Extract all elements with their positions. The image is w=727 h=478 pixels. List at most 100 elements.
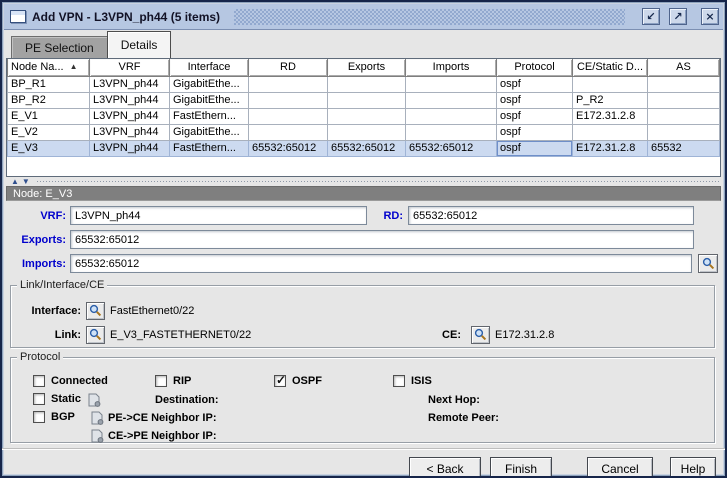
maximize-button[interactable]: ↗ [669, 8, 687, 25]
document-action-icon [88, 393, 100, 407]
table-cell[interactable]: 65532:65012 [405, 139, 497, 157]
table-cell[interactable] [248, 75, 328, 93]
table-cell-focused[interactable]: ospf [496, 139, 573, 157]
table-cell[interactable]: ospf [496, 107, 573, 125]
rd-input[interactable] [408, 206, 694, 225]
table-cell[interactable]: E172.31.2.8 [572, 107, 648, 125]
table-cell[interactable]: E_V2 [7, 123, 90, 141]
table-cell[interactable] [405, 107, 497, 125]
split-divider[interactable]: ▲ ▼ [6, 177, 721, 186]
column-header-ce-static[interactable]: CE/Static D... [572, 59, 648, 77]
tab-details[interactable]: Details [106, 31, 172, 58]
table-cell[interactable] [248, 91, 328, 109]
imports-search-button[interactable] [698, 254, 718, 273]
table-cell[interactable]: FastEthern... [169, 107, 249, 125]
table-cell[interactable]: ospf [496, 75, 573, 93]
table-cell[interactable] [327, 91, 406, 109]
document-action-icon [91, 429, 103, 443]
table-cell[interactable] [327, 75, 406, 93]
checkbox-icon[interactable] [155, 375, 167, 387]
splitter-collapse-down-icon[interactable]: ▼ [22, 177, 30, 186]
imports-input[interactable] [70, 254, 692, 273]
table-cell[interactable]: 65532 [647, 139, 720, 157]
connected-checkbox[interactable]: Connected [33, 375, 108, 387]
table-cell[interactable]: FastEthern... [169, 139, 249, 157]
checkbox-icon[interactable] [274, 373, 286, 387]
table-cell[interactable]: ospf [496, 123, 573, 141]
close-button[interactable]: × [701, 8, 719, 25]
node-detail-header: Node: E_V3 [6, 186, 721, 201]
table-cell[interactable] [647, 75, 720, 93]
table-cell[interactable]: L3VPN_ph44 [89, 75, 170, 93]
column-header-rd[interactable]: RD [248, 59, 328, 77]
tab-pe-selection[interactable]: PE Selection [11, 36, 108, 58]
table-cell[interactable] [248, 107, 328, 125]
column-header-node-name[interactable]: Node Na... ▲ [7, 59, 90, 77]
table-cell[interactable]: L3VPN_ph44 [89, 91, 170, 109]
table-cell[interactable]: L3VPN_ph44 [89, 107, 170, 125]
table-cell[interactable]: E_V3 [7, 139, 90, 157]
checkbox-icon[interactable] [33, 375, 45, 387]
table-cell[interactable] [647, 107, 720, 125]
static-checkbox[interactable]: Static [33, 393, 81, 405]
protocol-row-2: Static Destination: Next Hop: [11, 392, 714, 410]
cancel-button[interactable]: Cancel [587, 457, 653, 476]
back-button[interactable]: < Back [409, 457, 481, 476]
table-cell[interactable] [405, 91, 497, 109]
table-cell[interactable] [572, 75, 648, 93]
link-search-button[interactable] [86, 325, 105, 344]
title-bar[interactable]: Add VPN - L3VPN_ph44 (5 items) ↙ ↗ × [4, 4, 723, 30]
table-cell[interactable]: 65532:65012 [248, 139, 328, 157]
protocol-row-1: Connected RIP OSPF ISIS [11, 373, 714, 392]
minimize-button[interactable]: ↙ [642, 8, 660, 25]
table-cell[interactable]: E_V1 [7, 107, 90, 125]
splitter-collapse-up-icon[interactable]: ▲ [11, 177, 19, 186]
column-header-interface[interactable]: Interface [169, 59, 249, 77]
rip-checkbox[interactable]: RIP [155, 375, 191, 387]
table-cell[interactable]: P_R2 [572, 91, 648, 109]
column-header-vrf[interactable]: VRF [89, 59, 170, 77]
finish-button[interactable]: Finish [490, 457, 552, 476]
table-cell[interactable] [647, 91, 720, 109]
exports-input[interactable] [70, 230, 694, 249]
checkbox-icon[interactable] [393, 375, 405, 387]
table-cell[interactable]: GigabitEthe... [169, 123, 249, 141]
column-header-as[interactable]: AS [647, 59, 720, 77]
checkbox-icon[interactable] [33, 393, 45, 405]
table-cell[interactable]: E172.31.2.8 [572, 139, 648, 157]
column-header-imports[interactable]: Imports [405, 59, 497, 77]
table-cell[interactable] [327, 107, 406, 125]
ospf-checkbox[interactable]: OSPF [274, 373, 322, 387]
isis-checkbox[interactable]: ISIS [393, 375, 432, 387]
column-header-exports[interactable]: Exports [327, 59, 406, 77]
destination-label: Destination: [155, 394, 219, 406]
help-button[interactable]: Help [670, 457, 716, 476]
table-cell[interactable]: GigabitEthe... [169, 75, 249, 93]
checkbox-icon[interactable] [33, 411, 45, 423]
table-cell[interactable] [405, 123, 497, 141]
table-cell[interactable]: BP_R2 [7, 91, 90, 109]
table-cell[interactable] [647, 123, 720, 141]
ce-pe-edit-button[interactable] [90, 429, 104, 444]
table-cell[interactable]: ospf [496, 91, 573, 109]
column-header-protocol[interactable]: Protocol [496, 59, 573, 77]
ce-label: CE: [442, 328, 461, 341]
table-cell[interactable]: GigabitEthe... [169, 91, 249, 109]
ce-search-button[interactable] [471, 325, 490, 344]
table-cell[interactable] [248, 123, 328, 141]
table-cell[interactable] [327, 123, 406, 141]
table-cell[interactable] [405, 75, 497, 93]
remote-peer-label: Remote Peer: [428, 412, 499, 424]
table-cell[interactable]: L3VPN_ph44 [89, 123, 170, 141]
bgp-checkbox[interactable]: BGP [33, 411, 75, 423]
interface-search-button[interactable] [86, 301, 105, 320]
pe-ce-edit-button[interactable] [90, 411, 104, 426]
table-cell[interactable]: BP_R1 [7, 75, 90, 93]
static-edit-button[interactable] [87, 393, 101, 408]
table-cell[interactable] [572, 123, 648, 141]
table-cell[interactable]: L3VPN_ph44 [89, 139, 170, 157]
vrf-input[interactable] [70, 206, 367, 225]
table-row-selected: E_V3 L3VPN_ph44 FastEthern... 65532:6501… [7, 139, 720, 157]
table-cell[interactable]: 65532:65012 [327, 139, 406, 157]
vrf-label: VRF: [40, 209, 66, 222]
